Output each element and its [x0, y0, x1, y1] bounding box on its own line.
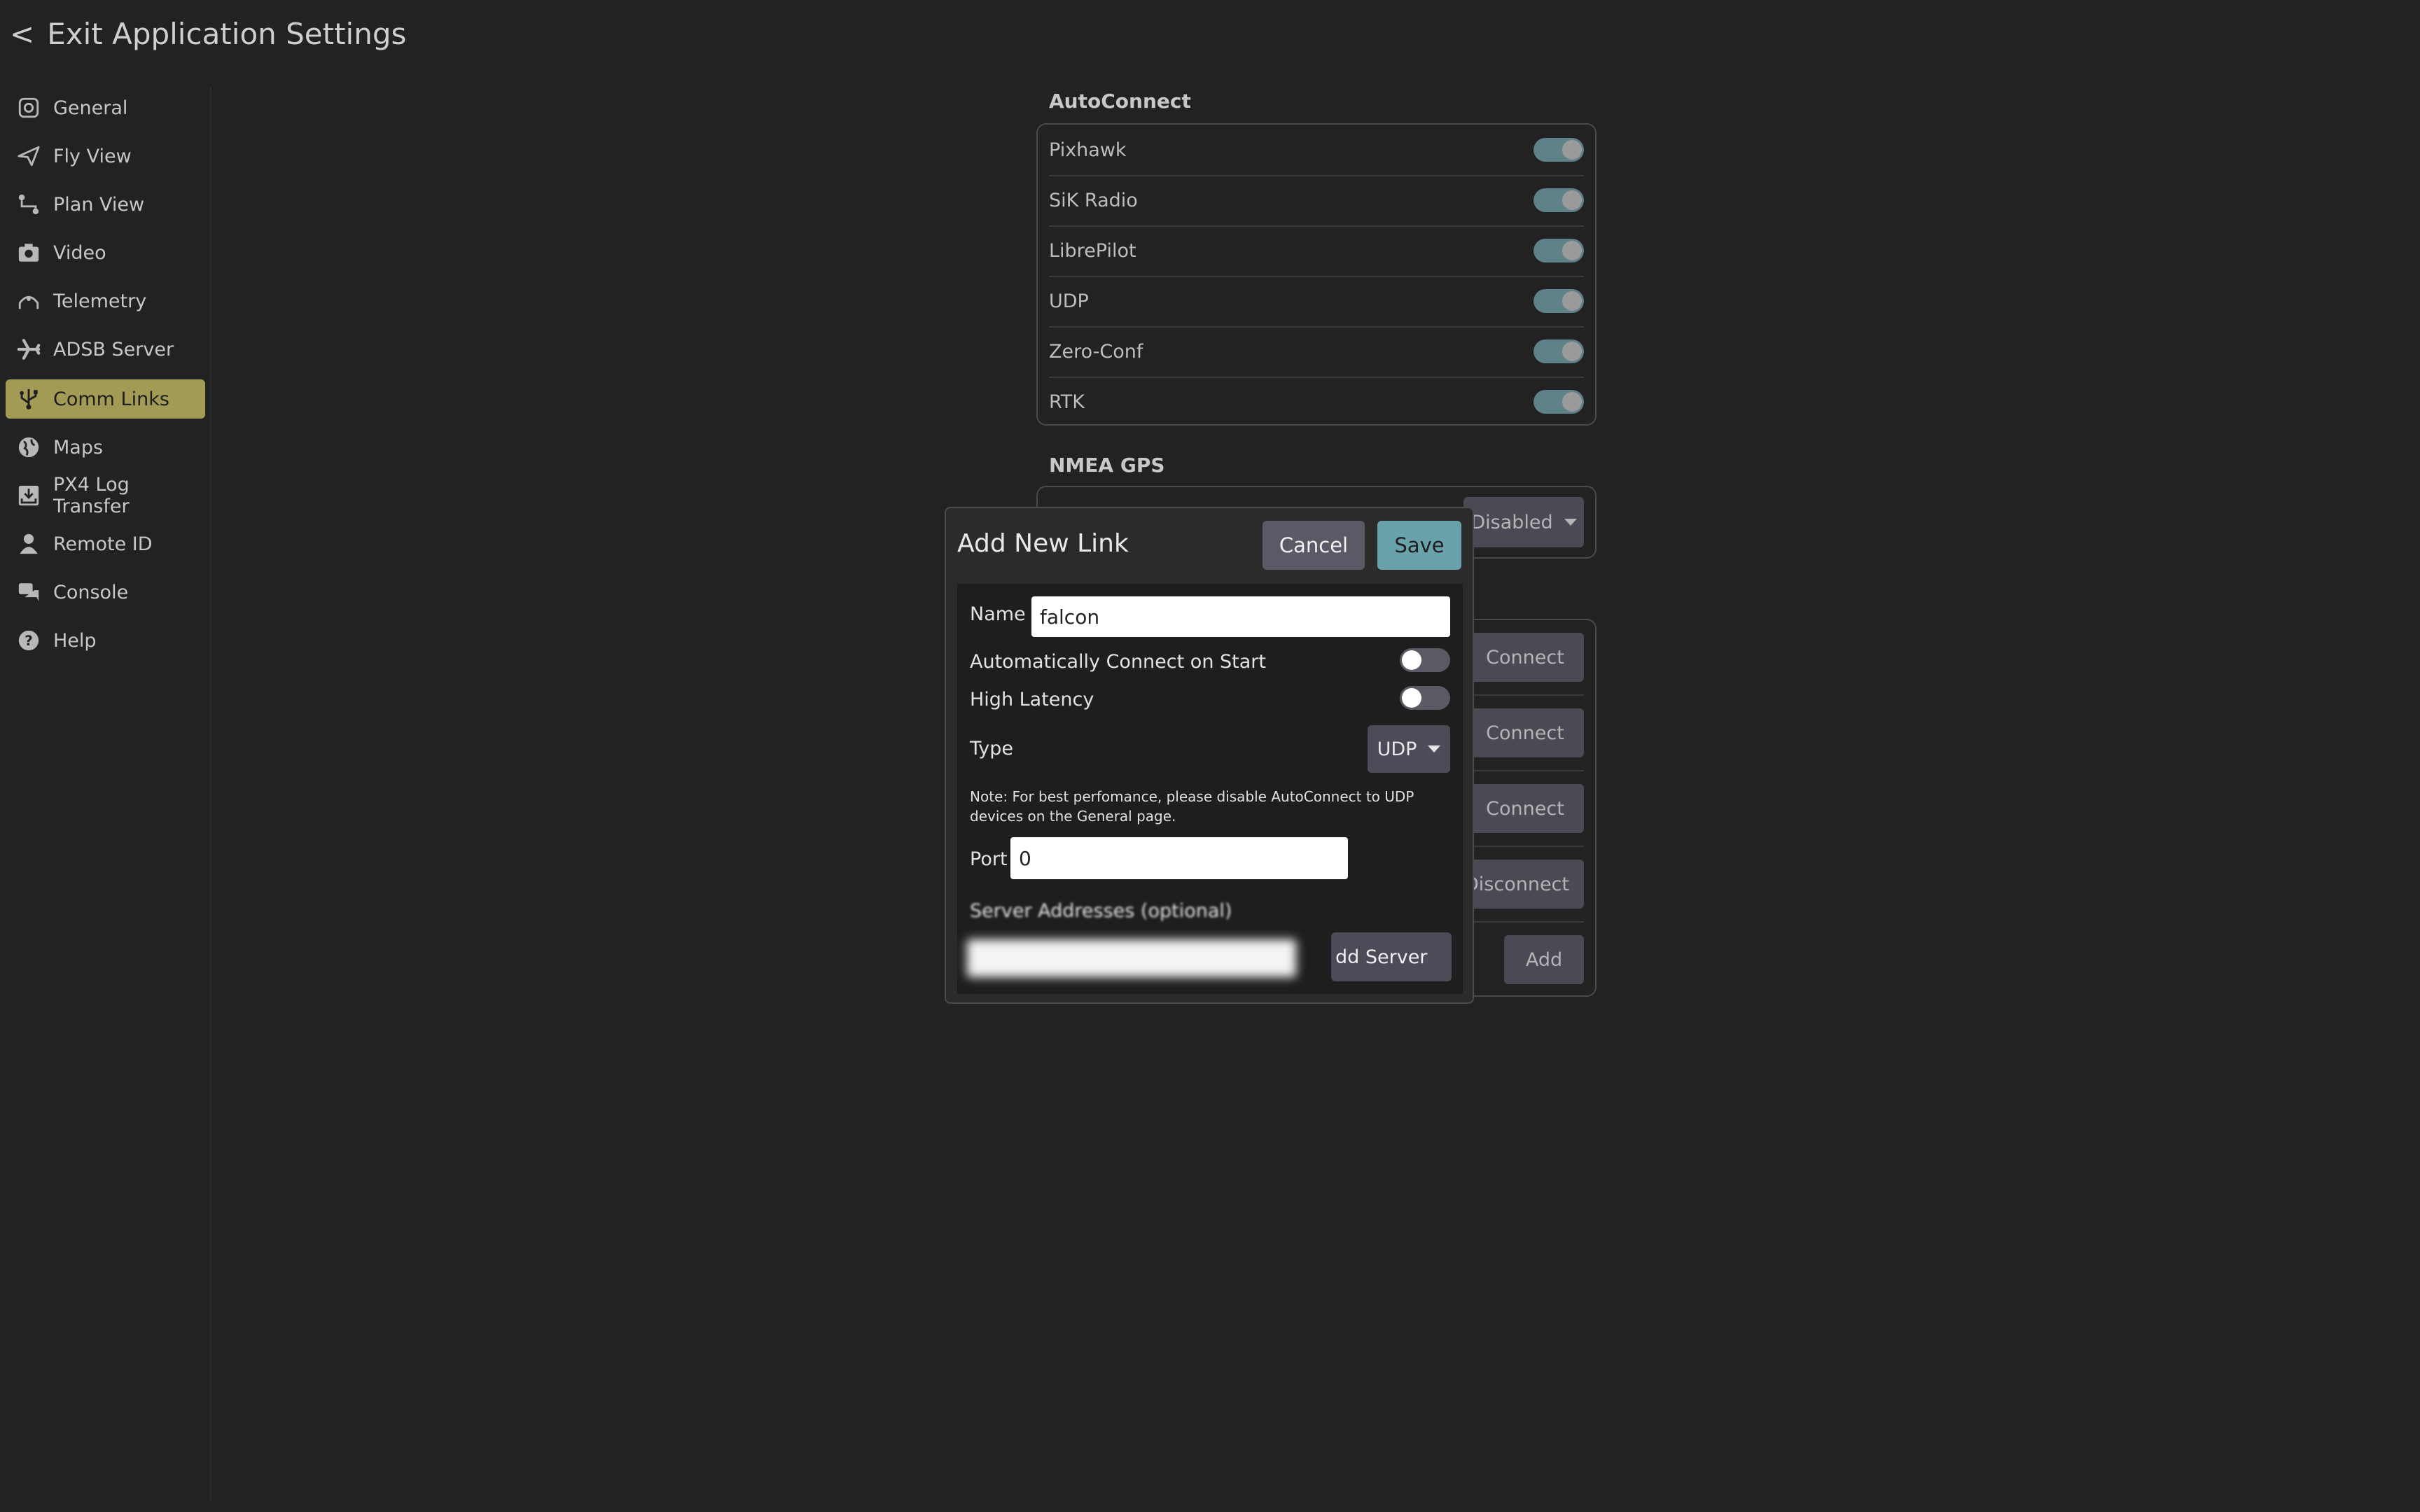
sidebar-item-label: General [53, 97, 128, 119]
sidebar-item-help[interactable]: ? Help [6, 621, 205, 660]
add-server-button[interactable]: dd Server [1331, 932, 1452, 981]
high-latency-label: High Latency [970, 689, 1094, 710]
back-chevron-icon: < [10, 17, 35, 51]
dialog-body: Name falcon Automatically Connect on Sta… [957, 584, 1463, 994]
auto-connect-label: Automatically Connect on Start [970, 651, 1266, 673]
svg-text:?: ? [25, 633, 33, 649]
usb-icon [17, 387, 41, 411]
person-icon [17, 532, 41, 556]
general-icon [17, 96, 41, 120]
sidebar-item-label: Plan View [53, 193, 145, 216]
librepilot-toggle[interactable] [1534, 239, 1584, 262]
add-new-link-dialog: Add New Link Cancel Save Name falcon Aut… [945, 507, 1474, 1004]
sidebar-item-label: ADSB Server [53, 338, 174, 360]
type-select[interactable]: UDP [1368, 725, 1450, 773]
sidebar-item-comm-links[interactable]: Comm Links [6, 379, 205, 419]
autoconnect-title: AutoConnect [1049, 90, 1191, 113]
auto-connect-toggle[interactable] [1400, 648, 1450, 672]
name-label: Name [970, 603, 1026, 625]
sidebar-item-label: Telemetry [53, 290, 147, 312]
port-input[interactable]: 0 [1010, 837, 1348, 879]
sidebar-item-maps[interactable]: Maps [6, 428, 205, 467]
autoconnect-label: SiK Radio [1049, 189, 1138, 211]
save-button[interactable]: Save [1377, 521, 1461, 570]
autoconnect-label: LibrePilot [1049, 239, 1136, 262]
sidebar-item-adsb-server[interactable]: ADSB Server [6, 330, 205, 369]
port-input-value: 0 [1019, 846, 1031, 870]
autoconnect-label: Pixhawk [1049, 139, 1127, 161]
udp-toggle[interactable] [1534, 289, 1584, 313]
connect-button[interactable]: Connect [1466, 633, 1584, 682]
port-label: Port [970, 848, 1008, 870]
name-input[interactable]: falcon [1031, 596, 1450, 637]
server-address-input[interactable] [967, 939, 1296, 977]
globe-icon [17, 435, 41, 459]
udp-note: Note: For best perfomance, please disabl… [970, 788, 1414, 825]
autoconnect-row-pixhawk: Pixhawk [1049, 125, 1584, 176]
settings-screen: < Exit Application Settings General Fly … [0, 0, 2420, 1512]
sidebar-item-console[interactable]: Console [6, 573, 205, 612]
server-addresses-label: Server Addresses (optional) [970, 900, 1232, 922]
autoconnect-row-librepilot: LibrePilot [1049, 225, 1584, 277]
sidebar-item-general[interactable]: General [6, 88, 205, 127]
sidebar-item-fly-view[interactable]: Fly View [6, 136, 205, 176]
sidebar-item-label: Remote ID [53, 533, 153, 555]
sidebar: General Fly View Plan View Video Telemet… [0, 87, 211, 1501]
high-latency-toggle[interactable] [1400, 686, 1450, 710]
dialog-title: Add New Link [957, 529, 1129, 558]
sidebar-item-video[interactable]: Video [6, 233, 205, 272]
connect-button[interactable]: Connect [1466, 784, 1584, 833]
type-label: Type [970, 738, 1014, 760]
sidebar-item-label: Console [53, 581, 129, 603]
camera-icon [17, 241, 41, 265]
autoconnect-panel: Pixhawk SiK Radio LibrePilot UDP Zero-Co… [1036, 123, 1597, 426]
sidebar-item-label: PX4 Log Transfer [53, 474, 130, 517]
sidebar-item-label: Fly View [53, 145, 132, 167]
cancel-button[interactable]: Cancel [1263, 521, 1365, 570]
autoconnect-label: Zero-Conf [1049, 340, 1143, 363]
download-icon [17, 484, 41, 507]
zero-conf-toggle[interactable] [1534, 340, 1584, 363]
sidebar-item-px4-log-transfer[interactable]: PX4 Log Transfer [6, 474, 205, 517]
chat-icon [17, 580, 41, 604]
nmea-gps-title: NMEA GPS [1049, 454, 1165, 477]
sidebar-item-remote-id[interactable]: Remote ID [6, 524, 205, 564]
pixhawk-toggle[interactable] [1534, 138, 1584, 162]
rtk-toggle[interactable] [1534, 390, 1584, 414]
airplane-icon [17, 337, 41, 361]
chevron-down-icon [1564, 519, 1577, 526]
autoconnect-row-udp: UDP [1049, 276, 1584, 328]
sidebar-item-plan-view[interactable]: Plan View [6, 185, 205, 224]
name-input-value: falcon [1040, 605, 1100, 629]
chevron-down-icon [1428, 746, 1441, 752]
exit-settings-link[interactable]: < Exit Application Settings [10, 17, 406, 51]
autoconnect-row-zero-conf: Zero-Conf [1049, 326, 1584, 378]
sidebar-item-label: Maps [53, 436, 104, 458]
help-icon: ? [17, 629, 41, 652]
type-select-value: UDP [1377, 738, 1417, 760]
sik-radio-toggle[interactable] [1534, 188, 1584, 212]
sidebar-item-label: Help [53, 629, 97, 652]
autoconnect-label: UDP [1049, 290, 1089, 312]
telemetry-icon [17, 289, 41, 313]
autoconnect-label: RTK [1049, 391, 1085, 413]
nmea-device-select[interactable]: Disabled [1463, 497, 1584, 547]
nmea-device-value: Disabled [1470, 511, 1553, 533]
add-link-button[interactable]: Add [1504, 935, 1584, 984]
sidebar-item-telemetry[interactable]: Telemetry [6, 281, 205, 321]
autoconnect-row-sik-radio: SiK Radio [1049, 175, 1584, 227]
sidebar-item-label: Video [53, 241, 106, 264]
sidebar-item-label: Comm Links [53, 388, 169, 410]
paper-plane-icon [17, 144, 41, 168]
autoconnect-row-rtk: RTK [1049, 377, 1584, 427]
exit-label: Exit Application Settings [47, 17, 407, 51]
connect-button[interactable]: Connect [1466, 708, 1584, 757]
route-icon [17, 192, 41, 216]
